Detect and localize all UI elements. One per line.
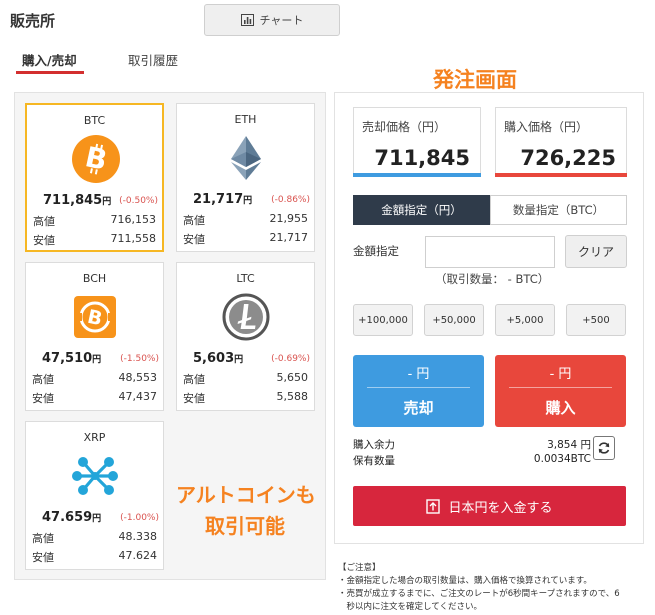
clear-button[interactable]: クリア — [565, 235, 627, 268]
coin-high-row: 高値 5,650 — [183, 371, 308, 386]
ethereum-icon — [231, 136, 261, 180]
sell-price-label: 売却価格（円） — [362, 120, 447, 134]
holdings-value: 0.0034BTC — [533, 453, 591, 465]
coin-price: 47,510円 — [42, 351, 102, 366]
buying-power-value: 3,854 円 — [547, 439, 591, 451]
notes-line: ・売買が成立するまでに、ご注文のレートが6秒間キープされますので、6 — [338, 589, 620, 599]
buy-button[interactable]: - 円 購入 — [495, 355, 626, 427]
chart-button[interactable]: チャート — [204, 4, 340, 36]
coin-low-row: 安値 711,558 — [33, 232, 156, 247]
quick-amount-5000[interactable]: +5,000 — [495, 304, 555, 336]
tab-buy-sell[interactable]: 購入/売却 — [22, 50, 77, 69]
notes-line: ・金額指定した場合の取引数量は、購入価格で換算されています。 — [338, 576, 592, 586]
coin-symbol: BCH — [82, 272, 107, 285]
coin-change: (-1.50%) — [120, 354, 159, 364]
refresh-button[interactable] — [593, 436, 615, 460]
coin-symbol: ETH — [234, 113, 257, 126]
coin-price: 47.659円 — [42, 510, 102, 525]
sell-amount: - 円 — [407, 367, 430, 382]
sell-label: 売却 — [403, 399, 434, 417]
buy-price-bar — [495, 173, 627, 177]
altcoin-annotation-line2: 取引可能 — [205, 514, 285, 538]
coin-card-ltc[interactable]: LTC 5,603円 (-0.69%) 高値 5,650 安値 5,588 — [176, 262, 315, 411]
deposit-label: 日本円を入金する — [448, 500, 553, 516]
deposit-jpy-button[interactable]: 日本円を入金する — [353, 486, 626, 526]
coin-change: (-0.69%) — [271, 354, 310, 364]
page-title: 販売所 — [10, 12, 56, 30]
coin-price: 5,603円 — [193, 351, 244, 366]
notes-title: 【ご注意】 — [338, 563, 381, 573]
quick-amount-500[interactable]: +500 — [566, 304, 626, 336]
buy-price-value: 726,225 — [520, 146, 616, 170]
mode-amount-tab[interactable]: 金額指定（円） — [353, 195, 490, 225]
coin-change: (-0.50%) — [119, 196, 158, 206]
coin-card-eth[interactable]: ETH 21,717円 (-0.86%) 高値 21,955 安値 21,717 — [176, 103, 315, 252]
coin-high-row: 高値 48,553 — [32, 371, 157, 386]
coin-low-row: 安値 5,588 — [183, 390, 308, 405]
coin-price: 711,845円 — [43, 193, 112, 208]
active-tab-indicator — [16, 71, 84, 74]
altcoin-annotation-line1: アルトコインも — [176, 483, 316, 507]
holdings-label: 保有数量 — [353, 455, 395, 467]
divider — [509, 387, 612, 388]
tab-trade-history[interactable]: 取引履歴 — [128, 50, 178, 69]
buy-price-label: 購入価格（円） — [504, 120, 589, 134]
chart-button-label: チャート — [259, 14, 304, 27]
amount-input[interactable] — [425, 236, 555, 268]
notes-line: 秒以内に注文を確定してください。 — [338, 602, 483, 612]
coin-change: (-1.00%) — [120, 513, 159, 523]
coin-low-row: 安値 47.624 — [32, 549, 157, 564]
bitcoin-icon: B — [72, 135, 120, 183]
quick-amount-50000[interactable]: +50,000 — [424, 304, 484, 336]
bitcoin-cash-icon: B — [74, 296, 116, 338]
coin-low-row: 安値 47,437 — [32, 390, 157, 405]
coin-card-btc[interactable]: BTC B 711,845円 (-0.50%) 高値 716,153 安値 711,… — [25, 103, 164, 252]
divider — [367, 387, 470, 388]
sell-price-bar — [353, 173, 481, 177]
coin-high-row: 高値 21,955 — [183, 212, 308, 227]
mode-quantity-tab[interactable]: 数量指定（BTC） — [490, 195, 627, 225]
sell-price-value: 711,845 — [374, 146, 470, 170]
amount-label: 金額指定 — [353, 244, 399, 258]
buying-power-label: 購入余力 — [353, 439, 395, 451]
buy-label: 購入 — [545, 399, 576, 417]
sell-price-box: 売却価格（円） 711,845 — [353, 107, 481, 177]
buy-price-box: 購入価格（円） 726,225 — [495, 107, 627, 177]
sell-button[interactable]: - 円 売却 — [353, 355, 484, 427]
notes-section: 【ご注意】 ・金額指定した場合の取引数量は、購入価格で換算されています。 ・売買… — [338, 562, 638, 614]
coin-price: 21,717円 — [193, 192, 253, 207]
litecoin-icon — [222, 293, 270, 341]
quick-amount-100000[interactable]: +100,000 — [353, 304, 413, 336]
order-panel: 売却価格（円） 711,845 購入価格（円） 726,225 金額指定（円） … — [334, 92, 644, 544]
refresh-icon — [598, 442, 610, 454]
coin-symbol: BTC — [83, 114, 106, 127]
coin-card-xrp[interactable]: XRP 47.659円 (-1.00%) 高値 48.338 安値 47.624 — [25, 421, 164, 570]
quantity-note: （取引数量： - BTC） — [435, 272, 550, 286]
coin-high-row: 高値 716,153 — [33, 213, 156, 228]
coin-low-row: 安値 21,717 — [183, 231, 308, 246]
coin-symbol: XRP — [83, 431, 106, 444]
ripple-icon — [72, 457, 118, 495]
upload-icon — [426, 498, 441, 514]
order-screen-annotation: 発注画面 — [433, 68, 517, 92]
bar-chart-icon — [240, 14, 254, 26]
buy-amount: - 円 — [549, 367, 572, 382]
coin-high-row: 高値 48.338 — [32, 530, 157, 545]
coin-change: (-0.86%) — [271, 195, 310, 205]
coin-card-bch[interactable]: BCH B 47,510円 (-1.50%) 高値 48,553 安値 47,437 — [25, 262, 164, 411]
coin-symbol: LTC — [236, 272, 255, 285]
